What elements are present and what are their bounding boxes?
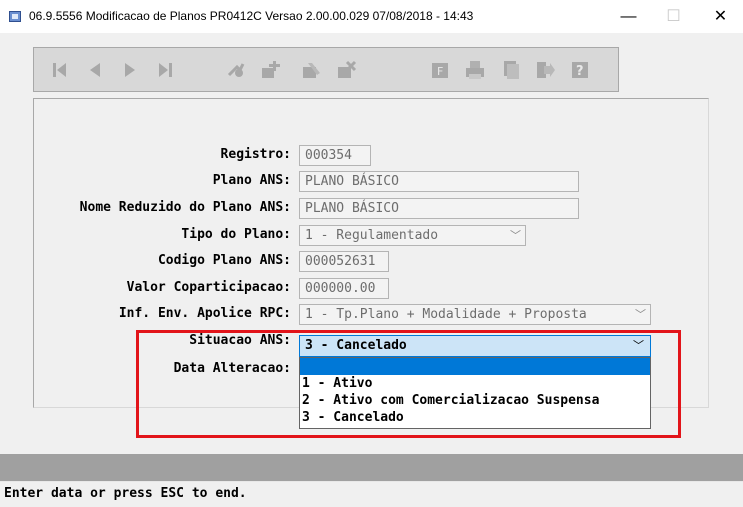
status-text: Enter data or press ESC to end. — [4, 486, 247, 501]
print-icon — [466, 60, 484, 79]
help-icon: ? — [572, 61, 588, 79]
first-record-button[interactable] — [46, 55, 74, 84]
new-icon — [262, 60, 280, 78]
plano-ans-label: Plano ANS: — [212, 173, 291, 188]
previous-record-button[interactable] — [81, 55, 109, 84]
goto-icon — [227, 62, 245, 77]
application-window: 06.9.5556 Modificacao de Planos PR0412C … — [0, 0, 743, 507]
red-highlight-annotation — [136, 330, 681, 438]
filter-icon: F — [432, 62, 448, 78]
copy-icon — [504, 60, 519, 79]
svg-text:F: F — [437, 65, 443, 78]
last-record-icon — [159, 62, 172, 77]
first-record-icon — [53, 62, 66, 77]
next-record-button[interactable] — [116, 55, 144, 84]
registro-field[interactable]: 000354 — [299, 145, 371, 166]
registro-label: Registro: — [220, 147, 291, 162]
new-button[interactable] — [256, 55, 284, 84]
message-bar — [0, 454, 743, 481]
nome-reduzido-label: Nome Reduzido do Plano ANS: — [79, 200, 291, 215]
edit-button[interactable] — [297, 55, 325, 84]
exit-button[interactable] — [531, 55, 559, 84]
app-icon — [9, 11, 21, 22]
plano-ans-field[interactable]: PLANO BÁSICO — [299, 171, 579, 192]
goto-button[interactable] — [222, 55, 250, 84]
svg-text:?: ? — [576, 64, 584, 79]
valor-coparticipacao-label: Valor Coparticipacao: — [126, 280, 291, 295]
divider — [0, 481, 743, 482]
maximize-button[interactable]: ☐ — [651, 0, 696, 33]
copy-button[interactable] — [497, 55, 525, 84]
exit-icon — [537, 61, 555, 78]
codigo-plano-label: Codigo Plano ANS: — [157, 253, 291, 268]
next-record-icon — [125, 62, 135, 77]
close-button[interactable]: ✕ — [698, 0, 743, 33]
inf-env-label: Inf. Env. Apolice RPC: — [118, 306, 291, 321]
minimize-button[interactable]: — — [606, 0, 651, 33]
edit-icon — [303, 62, 320, 78]
print-button[interactable] — [461, 55, 489, 84]
codigo-plano-field[interactable]: 000052631 — [299, 251, 389, 272]
help-button[interactable]: ? — [566, 55, 594, 84]
tipo-plano-label: Tipo do Plano: — [181, 227, 291, 242]
previous-record-icon — [90, 62, 100, 77]
chevron-down-icon: ﹀ — [510, 229, 521, 242]
title-bar: 06.9.5556 Modificacao de Planos PR0412C … — [0, 0, 743, 33]
nome-reduzido-field[interactable]: PLANO BÁSICO — [299, 198, 579, 219]
toolbar: F ? — [33, 47, 619, 92]
valor-coparticipacao-field[interactable]: 000000.00 — [299, 278, 389, 299]
delete-button[interactable] — [332, 55, 360, 84]
delete-icon — [338, 60, 357, 78]
filter-button[interactable]: F — [426, 55, 454, 84]
chevron-down-icon: ﹀ — [635, 308, 646, 321]
window-title: 06.9.5556 Modificacao de Planos PR0412C … — [29, 9, 474, 23]
tipo-plano-value: 1 - Regulamentado — [305, 228, 439, 243]
inf-env-select[interactable]: 1 - Tp.Plano + Modalidade + Proposta ﹀ — [299, 304, 651, 325]
inf-env-value: 1 - Tp.Plano + Modalidade + Proposta — [305, 307, 587, 322]
last-record-button[interactable] — [151, 55, 179, 84]
tipo-plano-select[interactable]: 1 - Regulamentado ﹀ — [299, 225, 526, 246]
